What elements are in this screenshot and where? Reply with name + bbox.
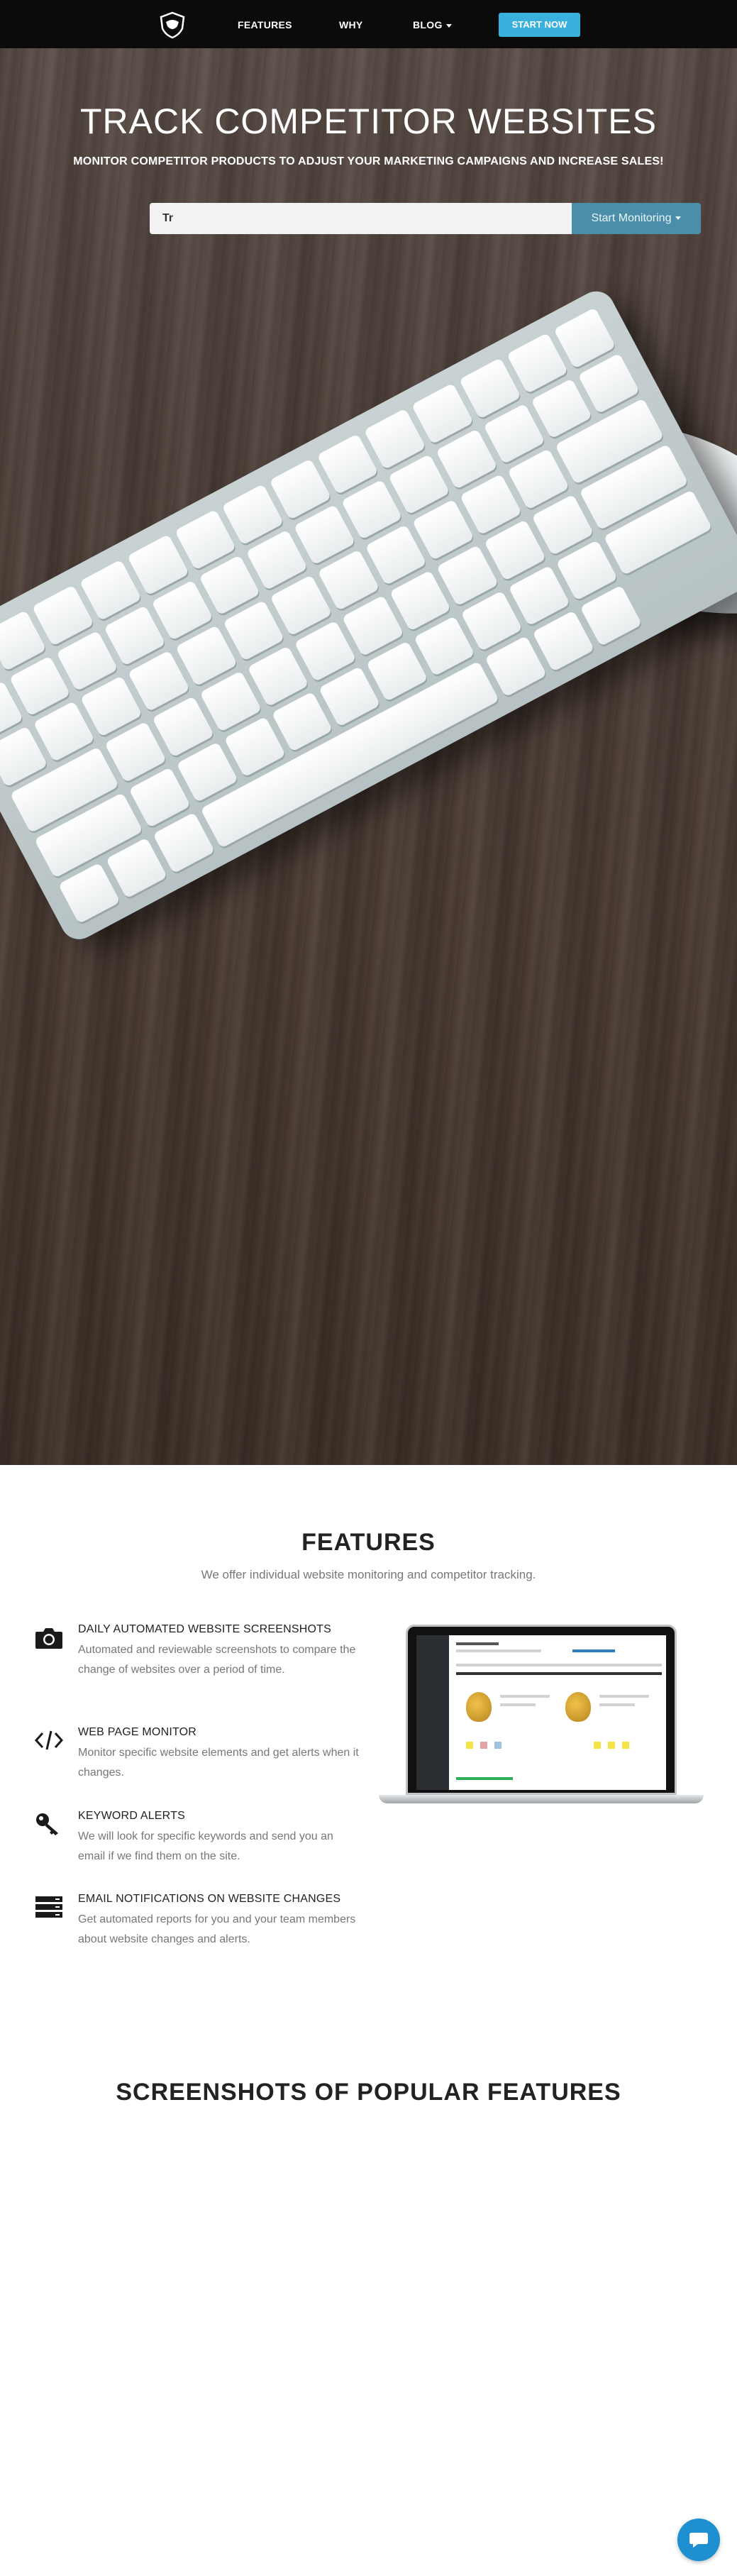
screenshots-section-title: SCREENSHOTS OF POPULAR FEATURES (116, 2079, 621, 2106)
top-navbar: FEATURES WHY BLOG START NOW (0, 0, 737, 48)
server-icon (35, 1896, 62, 1918)
preview-thumb (594, 1742, 601, 1749)
feature-item: EMAIL NOTIFICATIONS ON WEBSITE CHANGES G… (34, 1893, 367, 1950)
start-monitoring-label: Start Monitoring (591, 212, 672, 224)
preview-product-image (565, 1692, 591, 1722)
preview-line (456, 1672, 662, 1675)
laptop-screenshot-image (379, 1625, 704, 1809)
preview-line (572, 1649, 615, 1652)
preview-line (456, 1649, 541, 1652)
preview-line (456, 1777, 513, 1780)
preview-line (500, 1695, 550, 1698)
app-preview (416, 1635, 666, 1790)
keyboard-image (0, 284, 737, 946)
preview-line (500, 1703, 536, 1706)
shield-logo-icon[interactable] (157, 11, 187, 39)
monitor-form: Start Monitoring (150, 203, 701, 234)
preview-line (599, 1695, 649, 1698)
laptop-screen (406, 1625, 677, 1795)
preview-thumb (494, 1742, 502, 1749)
preview-line (599, 1703, 635, 1706)
feature-item: DAILY AUTOMATED WEBSITE SCREENSHOTS Auto… (34, 1623, 367, 1701)
nav-why-link[interactable]: WHY (339, 19, 363, 31)
chat-bubble-icon (689, 2533, 708, 2548)
laptop-base (379, 1795, 704, 1803)
preview-thumb (622, 1742, 629, 1749)
feature-item: WEB PAGE MONITOR Monitor specific websit… (34, 1726, 367, 1783)
feature-heading: EMAIL NOTIFICATIONS ON WEBSITE CHANGES (78, 1893, 341, 1905)
website-url-input[interactable] (150, 203, 572, 234)
feature-heading: DAILY AUTOMATED WEBSITE SCREENSHOTS (78, 1623, 331, 1635)
feature-description: Automated and reviewable screenshots to … (78, 1644, 356, 1676)
caret-down-icon (675, 216, 682, 221)
hero-section: TRACK COMPETITOR WEBSITES MONITOR COMPET… (0, 48, 737, 1465)
caret-down-icon (445, 23, 452, 28)
preview-product-image (466, 1692, 492, 1722)
key-icon (36, 1813, 58, 1835)
feature-heading: WEB PAGE MONITOR (78, 1726, 197, 1738)
preview-line (456, 1642, 499, 1645)
code-icon (34, 1730, 64, 1750)
app-preview-sidebar (416, 1635, 449, 1790)
feature-heading: KEYWORD ALERTS (78, 1810, 185, 1822)
preview-thumb (466, 1742, 473, 1749)
feature-description: Monitor specific website elements and ge… (78, 1747, 359, 1779)
nav-blog-label: BLOG (413, 19, 443, 31)
keyboard-keys (0, 307, 737, 924)
preview-thumb (608, 1742, 615, 1749)
preview-thumb (480, 1742, 487, 1749)
feature-description: Get automated reports for you and your t… (78, 1913, 356, 1945)
hero-subtitle: MONITOR COMPETITOR PRODUCTS TO ADJUST YO… (73, 155, 664, 167)
start-monitoring-button[interactable]: Start Monitoring (572, 203, 701, 234)
features-subtitle: We offer individual website monitoring a… (201, 1568, 536, 1581)
camera-icon (35, 1628, 62, 1649)
nav-features-link[interactable]: FEATURES (238, 19, 292, 31)
feature-description: We will look for specific keywords and s… (78, 1830, 333, 1862)
start-now-button[interactable]: START NOW (499, 13, 580, 37)
preview-line (456, 1664, 662, 1666)
chat-launcher-button[interactable] (677, 2519, 720, 2561)
nav-blog-dropdown[interactable]: BLOG (413, 19, 452, 31)
hero-title: TRACK COMPETITOR WEBSITES (79, 101, 658, 141)
features-title: FEATURES (301, 1529, 436, 1556)
feature-item: KEYWORD ALERTS We will look for specific… (34, 1810, 367, 1867)
